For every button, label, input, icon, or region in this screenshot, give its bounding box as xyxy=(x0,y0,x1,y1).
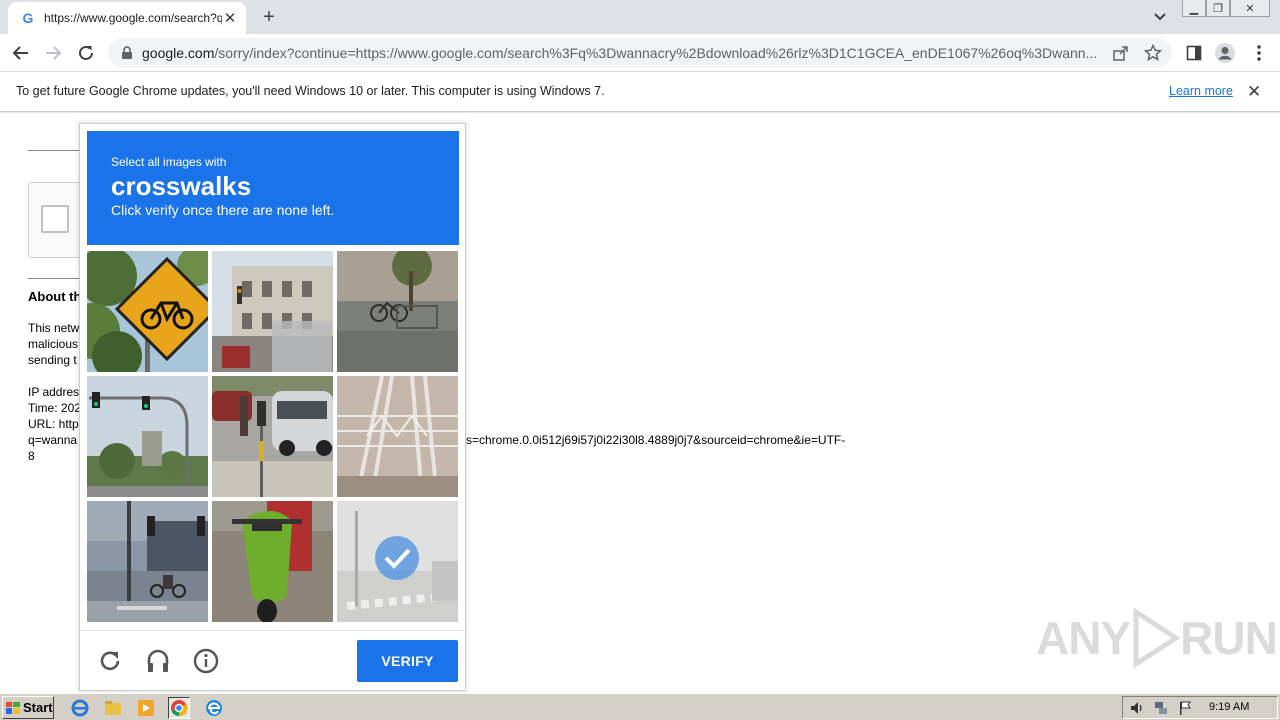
about-text-line: This netw xyxy=(28,321,80,335)
start-button[interactable]: Start xyxy=(2,696,54,719)
image-tile-street-rider[interactable] xyxy=(87,501,208,622)
url-tail-text: s=chrome.0.0i512j69i57j0i22i30l8.4889j0j… xyxy=(466,433,846,447)
forward-button[interactable] xyxy=(40,40,66,66)
file-explorer-icon[interactable] xyxy=(102,697,124,719)
tab-close-icon[interactable]: ✕ xyxy=(222,10,238,27)
infobar-message: To get future Google Chrome updates, you… xyxy=(16,84,605,98)
edge-icon[interactable] xyxy=(203,697,225,719)
verify-button[interactable]: VERIFY xyxy=(357,640,458,682)
url-text: google.com/sorry/index?continue=https://… xyxy=(142,45,1102,61)
instruction-top: Select all images with xyxy=(111,155,227,169)
ip-address-line: IP addres xyxy=(28,385,80,399)
tab-search-chevron-icon[interactable] xyxy=(1150,8,1170,26)
update-infobar: To get future Google Chrome updates, you… xyxy=(0,72,1280,112)
address-bar[interactable]: google.com/sorry/index?continue=https://… xyxy=(108,38,1172,68)
reload-icon xyxy=(79,45,93,60)
profile-button[interactable] xyxy=(1212,40,1238,66)
challenge-header: Select all images with crosswalks Click … xyxy=(87,131,459,245)
help-info-icon[interactable] xyxy=(193,648,219,674)
image-tile-building[interactable] xyxy=(212,251,333,372)
start-label: Start xyxy=(23,700,53,715)
browser-tab[interactable]: G https://www.google.com/search?q= ✕ xyxy=(8,2,246,34)
instruction-bottom: Click verify once there are none left. xyxy=(111,202,335,218)
time-line: Time: 202 xyxy=(28,401,81,415)
image-tile-bicycle-sign[interactable] xyxy=(87,251,208,372)
taskbar-clock[interactable]: 9:19 AM xyxy=(1209,701,1249,713)
recaptcha-challenge: Select all images with crosswalks Click … xyxy=(79,123,466,691)
side-panel-icon xyxy=(1186,45,1202,61)
instruction-target: crosswalks xyxy=(111,171,252,201)
tab-strip: G https://www.google.com/search?q= ✕ + ▁… xyxy=(0,0,1280,34)
profile-avatar-icon xyxy=(1215,43,1235,63)
new-tab-button[interactable]: + xyxy=(258,6,280,28)
about-text-line: malicious xyxy=(28,337,79,351)
watermark-text-right: RUN xyxy=(1180,612,1278,664)
image-tile-power-lines[interactable] xyxy=(337,376,458,497)
restore-button[interactable]: ❐ xyxy=(1206,0,1230,17)
play-logo-icon xyxy=(1133,608,1181,668)
media-player-icon[interactable] xyxy=(135,697,157,719)
forward-arrow-icon xyxy=(46,46,62,60)
url-line: URL: http xyxy=(28,417,79,431)
back-button[interactable] xyxy=(8,40,34,66)
about-heading: About th xyxy=(28,289,82,304)
reload-challenge-icon[interactable] xyxy=(97,648,123,674)
audio-challenge-headphones-icon[interactable] xyxy=(145,648,171,674)
window-controls: ▁ ❐ ✕ xyxy=(1182,0,1270,18)
share-icon[interactable] xyxy=(1112,44,1130,62)
bookmark-star-icon[interactable] xyxy=(1144,44,1162,62)
challenge-footer: VERIFY xyxy=(80,630,465,690)
watermark-text-left: ANY xyxy=(1036,612,1131,664)
url-host: google.com xyxy=(142,45,215,61)
chrome-menu-button[interactable] xyxy=(1246,40,1272,66)
image-tile-parked-bikes[interactable] xyxy=(337,251,458,372)
side-panel-button[interactable] xyxy=(1181,40,1207,66)
infobar-close-icon[interactable]: ✕ xyxy=(1247,82,1261,102)
image-tile-parked-cars[interactable] xyxy=(212,376,333,497)
image-tile-traffic-lights[interactable] xyxy=(87,376,208,497)
google-favicon-icon: G xyxy=(22,10,34,26)
kebab-menu-icon xyxy=(1257,45,1261,61)
browser-toolbar: google.com/sorry/index?continue=https://… xyxy=(0,34,1280,72)
minimize-button[interactable]: ▁ xyxy=(1182,0,1206,17)
system-tray: 9:19 AM xyxy=(1122,696,1278,719)
anyrun-watermark: ANY RUN xyxy=(1036,608,1278,668)
back-arrow-icon xyxy=(12,46,28,60)
network-icon[interactable] xyxy=(1153,700,1169,716)
windows-logo-icon xyxy=(6,701,20,714)
url-path: /sorry/index?continue=https://www.google… xyxy=(214,45,1098,61)
url-wrap-line: 8 xyxy=(28,449,35,463)
windows-taskbar: Start 9:19 AM xyxy=(0,693,1280,720)
lock-icon[interactable] xyxy=(120,46,134,60)
internet-explorer-icon[interactable] xyxy=(69,697,91,719)
image-tile-crosswalk-selected[interactable] xyxy=(337,501,458,622)
about-text-line: sending t xyxy=(28,353,77,367)
learn-more-link[interactable]: Learn more xyxy=(1169,84,1233,98)
image-tile-scooter[interactable] xyxy=(212,501,333,622)
chrome-taskbar-icon[interactable] xyxy=(168,697,190,719)
image-grid xyxy=(87,251,459,623)
speaker-icon[interactable] xyxy=(1129,700,1145,716)
window-close-button[interactable]: ✕ xyxy=(1230,0,1270,17)
query-line: q=wanna xyxy=(28,433,78,447)
recaptcha-checkbox[interactable] xyxy=(41,205,69,233)
reload-button[interactable] xyxy=(73,40,99,66)
action-center-flag-icon[interactable] xyxy=(1177,700,1193,716)
tab-title: https://www.google.com/search?q= xyxy=(44,11,222,25)
